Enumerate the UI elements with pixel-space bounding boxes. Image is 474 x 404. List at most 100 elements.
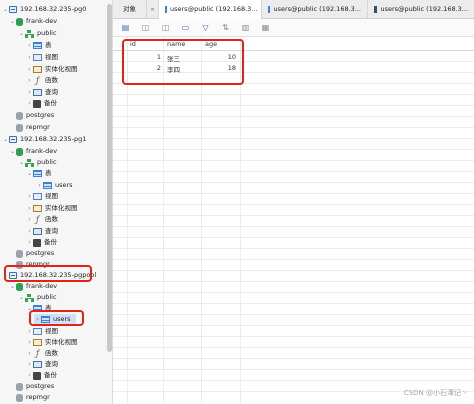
- database-icon: [16, 147, 23, 156]
- begin-transaction-icon[interactable]: ▤: [121, 23, 130, 32]
- tree-item-backups[interactable]: › 备份: [26, 370, 57, 381]
- tree-item-views[interactable]: › 视图: [26, 52, 58, 63]
- chevron-down-icon[interactable]: ⌄: [18, 292, 25, 303]
- tree-item-backups[interactable]: › 备份: [26, 98, 57, 109]
- chevron-right-icon[interactable]: ›: [26, 337, 33, 348]
- backup-icon: [33, 99, 41, 108]
- tree-server-pg1[interactable]: ⌄ 192.168.32.235-pg1: [2, 134, 86, 145]
- chevron-right-icon[interactable]: ›: [26, 64, 33, 75]
- tree-item-mviews[interactable]: › 实体化视图: [26, 203, 78, 214]
- chevron-right-icon[interactable]: ›: [26, 348, 33, 359]
- query-icon: [33, 361, 42, 368]
- tree-item-mviews[interactable]: › 实体化视图: [26, 64, 78, 75]
- database-icon: [16, 123, 23, 132]
- chevron-down-icon[interactable]: ⌄: [18, 28, 25, 39]
- chevron-right-icon[interactable]: ›: [26, 98, 33, 109]
- view-icon: [33, 193, 42, 200]
- tree-item-queries[interactable]: › 查询: [26, 359, 58, 370]
- tree-item-functions[interactable]: › ƒ 函数: [26, 75, 58, 86]
- table-icon: [165, 5, 167, 13]
- materialized-view-icon: [33, 66, 42, 73]
- chevron-right-icon[interactable]: ›: [26, 40, 33, 51]
- sort-icon[interactable]: ⇅: [221, 23, 230, 32]
- materialized-view-icon: [33, 339, 42, 346]
- grid-toolbar: ▤ ◫ ◫ ▭ ▽ ⇅ ▥ ▦: [113, 19, 474, 37]
- tree-item-functions[interactable]: › ƒ 函数: [26, 348, 58, 359]
- commit-icon[interactable]: ◫: [141, 23, 150, 32]
- backup-icon: [33, 238, 41, 247]
- server-icon: [9, 136, 17, 143]
- chevron-right-icon[interactable]: ›: [26, 203, 33, 214]
- tree-schema-pgpool[interactable]: ⌄ public: [18, 292, 57, 303]
- chevron-right-icon[interactable]: ›: [26, 359, 33, 370]
- function-icon: ƒ: [36, 75, 39, 85]
- chevron-down-icon[interactable]: ⌄: [9, 281, 16, 292]
- tree-item-views[interactable]: › 视图: [26, 326, 58, 337]
- tab-users-1[interactable]: users@public (192.168.3...: [159, 0, 262, 19]
- tab-users-3[interactable]: users@public (192.168.3...: [368, 0, 474, 19]
- chevron-right-icon[interactable]: ›: [36, 180, 43, 191]
- tree-db-pg1[interactable]: ⌄ frank-dev: [9, 146, 57, 157]
- chevron-right-icon[interactable]: ›: [26, 52, 33, 63]
- chevron-right-icon[interactable]: ›: [26, 326, 33, 337]
- chevron-down-icon[interactable]: ⌄: [2, 4, 9, 15]
- chevron-down-icon[interactable]: ⌄: [18, 157, 25, 168]
- tree-table-users[interactable]: › users: [36, 180, 73, 191]
- tree-db-repmgr[interactable]: repmgr: [9, 122, 50, 133]
- materialized-view-icon: [33, 205, 42, 212]
- tree-item-backups[interactable]: › 备份: [26, 237, 57, 248]
- chevron-right-icon[interactable]: ›: [26, 87, 33, 98]
- chevron-right-icon[interactable]: ›: [26, 214, 33, 225]
- grid-view-icon[interactable]: ▦: [261, 23, 270, 32]
- tree-schema-pg1[interactable]: ⌄ public: [18, 157, 57, 168]
- chevron-right-icon[interactable]: ›: [26, 370, 33, 381]
- tree-item-queries[interactable]: › 查询: [26, 87, 58, 98]
- rollback-icon[interactable]: ◫: [161, 23, 170, 32]
- chevron-down-icon[interactable]: ⌄: [2, 134, 9, 145]
- database-icon: [16, 249, 23, 258]
- chevron-right-icon[interactable]: ›: [26, 226, 33, 237]
- text-view-icon[interactable]: ▭: [181, 23, 190, 32]
- function-icon: ƒ: [36, 348, 39, 358]
- chevron-right-icon[interactable]: ›: [26, 237, 33, 248]
- tree-item-views[interactable]: › 视图: [26, 191, 58, 202]
- tree-schema-pg0[interactable]: ⌄ public: [18, 28, 57, 39]
- tree-item-mviews[interactable]: › 实体化视图: [26, 337, 78, 348]
- database-icon: [16, 282, 23, 291]
- watermark: CSDN @小石潭记丶: [403, 389, 468, 397]
- tree-item-tables[interactable]: › 表: [26, 40, 52, 51]
- tab-users-2[interactable]: users@public (192.168.3...: [262, 0, 368, 19]
- tree-scrollbar[interactable]: [107, 4, 112, 352]
- schema-icon: [25, 294, 34, 302]
- function-icon: ƒ: [36, 214, 39, 224]
- filter-icon[interactable]: ▽: [201, 23, 210, 32]
- tree-item-functions[interactable]: › ƒ 函数: [26, 214, 58, 225]
- chevron-down-icon[interactable]: ⌄: [9, 146, 16, 157]
- annotation-box-data: [122, 39, 244, 85]
- tree-db-postgres[interactable]: postgres: [9, 381, 54, 392]
- tree-item-queries[interactable]: › 查询: [26, 226, 58, 237]
- tree-db-postgres[interactable]: postgres: [9, 110, 54, 121]
- table-icon: [33, 42, 42, 49]
- tree-server-pg0[interactable]: ⌄ 192.168.32.235-pg0: [2, 4, 86, 15]
- database-icon: [16, 17, 23, 26]
- chevron-down-icon[interactable]: ⌄: [26, 168, 33, 179]
- view-icon: [33, 54, 42, 61]
- tree-db-repmgr[interactable]: repmgr: [9, 392, 50, 403]
- chevron-right-icon[interactable]: ›: [26, 191, 33, 202]
- navigator-tree: ⌄ 192.168.32.235-pg0 ⌄ frank-dev ⌄ publi…: [0, 0, 113, 404]
- table-icon: [374, 5, 378, 13]
- tree-db-pg0[interactable]: ⌄ frank-dev: [9, 16, 57, 27]
- tree-db-pgpool[interactable]: ⌄ frank-dev: [9, 281, 57, 292]
- backup-icon: [33, 371, 41, 380]
- tree-db-postgres[interactable]: postgres: [9, 248, 54, 259]
- tree-item-tables[interactable]: ⌄ 表: [26, 168, 52, 179]
- server-icon: [9, 6, 17, 13]
- chevron-right-icon[interactable]: ›: [26, 75, 33, 86]
- import-icon[interactable]: ▥: [241, 23, 250, 32]
- database-icon: [16, 382, 23, 391]
- tab-objects[interactable]: 对象: [113, 0, 147, 19]
- table-icon: [33, 170, 42, 177]
- tab-scroll-left-icon[interactable]: «: [147, 0, 159, 19]
- chevron-down-icon[interactable]: ⌄: [9, 16, 16, 27]
